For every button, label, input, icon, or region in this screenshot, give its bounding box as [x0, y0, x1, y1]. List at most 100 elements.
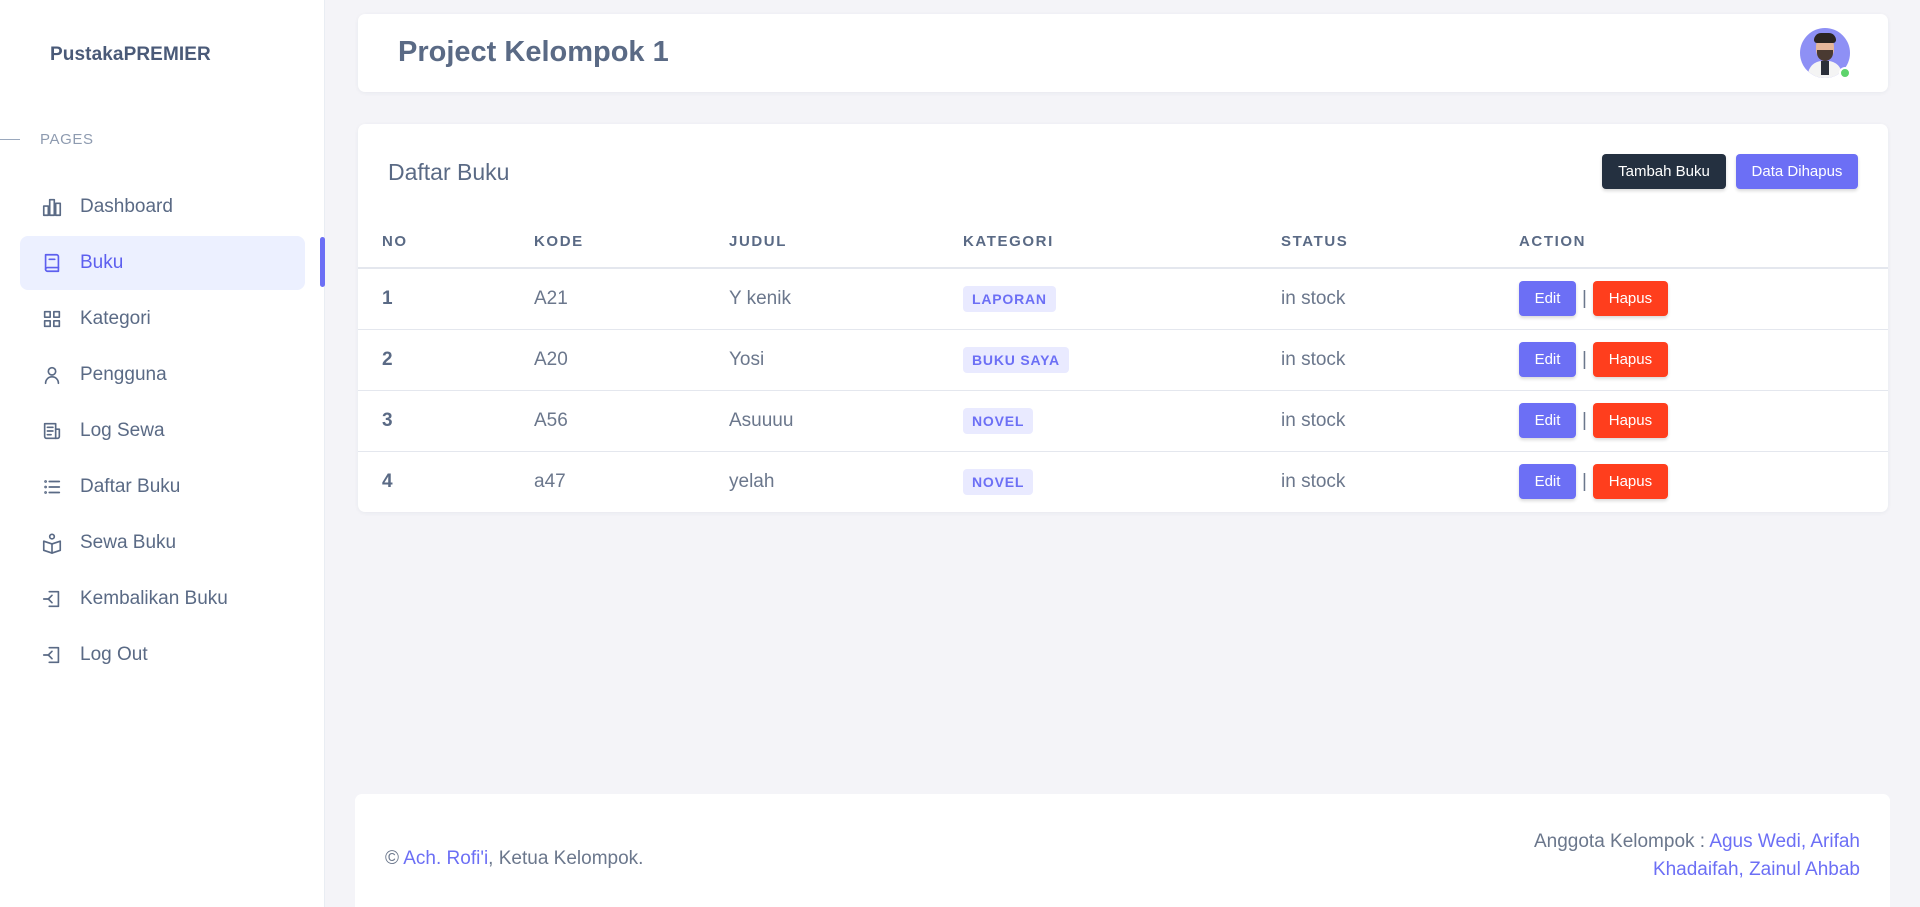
table-row: 4 a47 yelah NOVEL in stock Edit | Hapus	[358, 451, 1888, 512]
table-row: 2 A20 Yosi BUKU SAYA in stock Edit | Hapus	[358, 329, 1888, 391]
sidebar-item-label: Daftar Buku	[80, 476, 181, 497]
column-header-kode[interactable]: KODE	[510, 216, 705, 269]
copyright-symbol: ©	[385, 848, 399, 869]
cell-judul: Asuuuu	[705, 390, 939, 452]
column-header-action[interactable]: ACTION	[1495, 216, 1888, 269]
sidebar-item-buku[interactable]: Buku	[20, 236, 305, 290]
action-separator: |	[1582, 409, 1587, 431]
sidebar-item-daftar-buku[interactable]: Daftar Buku	[20, 460, 305, 514]
section-divider	[0, 138, 20, 140]
edit-button[interactable]: Edit	[1519, 281, 1576, 317]
footer-copyright: © Ach. Rofi'i, Ketua Kelompok.	[385, 848, 643, 870]
action-separator: |	[1582, 470, 1587, 492]
action-separator: |	[1582, 348, 1587, 370]
section-label: PAGES	[0, 129, 94, 149]
sidebar-item-log-out[interactable]: Log Out	[20, 628, 305, 682]
footer: © Ach. Rofi'i, Ketua Kelompok. Anggota K…	[355, 794, 1890, 907]
brand-logo[interactable]: PustakaPREMIER	[50, 44, 211, 66]
cell-kode: A56	[510, 390, 705, 452]
grid-icon	[40, 307, 64, 331]
cell-kategori: NOVEL	[939, 390, 1257, 452]
delete-button[interactable]: Hapus	[1592, 281, 1668, 317]
section-label-text: PAGES	[40, 130, 94, 148]
delete-button[interactable]: Hapus	[1592, 464, 1668, 500]
cell-no: 3	[358, 390, 510, 452]
sidebar-nav: Dashboard Buku Kategori Pengguna Log Sewa Daf…	[20, 180, 305, 684]
table-body: 1 A21 Y kenik LAPORAN in stock Edit | Hapus 2 A20…	[358, 268, 1888, 512]
cell-kode: A20	[510, 329, 705, 391]
delete-button[interactable]: Hapus	[1592, 342, 1668, 377]
cell-kategori: NOVEL	[939, 451, 1257, 512]
sidebar-item-label: Kembalikan Buku	[80, 588, 228, 609]
cell-status: in stock	[1281, 470, 1346, 492]
leader-suffix: , Ketua Kelompok.	[488, 848, 644, 869]
page-title: Project Kelompok 1	[398, 36, 669, 68]
sidebar-item-label: Log Sewa	[80, 420, 165, 441]
sidebar-item-label: Dashboard	[80, 196, 173, 217]
bar-chart-icon	[40, 195, 64, 219]
top-header: Project Kelompok 1	[358, 14, 1888, 92]
column-header-judul[interactable]: JUDUL	[705, 216, 939, 269]
cell-judul: Yosi	[705, 329, 939, 391]
sidebar-item-label: Log Out	[80, 644, 148, 665]
sidebar-item-label: Sewa Buku	[80, 532, 177, 553]
user-icon	[40, 363, 64, 387]
cell-judul: yelah	[729, 470, 775, 492]
sidebar-item-label: Buku	[80, 252, 124, 273]
book-list-card: Daftar Buku Tambah Buku Data Dihapus NO K…	[358, 124, 1888, 512]
active-indicator	[320, 237, 325, 287]
category-badge: NOVEL	[963, 468, 1034, 495]
cell-status: in stock	[1257, 329, 1495, 391]
add-book-button[interactable]: Tambah Buku	[1602, 154, 1726, 189]
book-open-user-icon	[40, 531, 64, 555]
edit-button[interactable]: Edit	[1519, 342, 1576, 377]
leader-link[interactable]: Ach. Rofi'i	[403, 848, 488, 869]
category-badge: LAPORAN	[963, 285, 1056, 312]
receipt-icon	[40, 419, 64, 443]
cell-status: in stock	[1257, 390, 1495, 452]
member-link[interactable]: Agus Wedi	[1709, 831, 1801, 852]
edit-button[interactable]: Edit	[1519, 403, 1576, 438]
category-badge: NOVEL	[963, 407, 1034, 434]
cell-no: 1	[358, 268, 510, 330]
cell-no: 4	[382, 470, 393, 492]
cell-kode: A21	[510, 268, 705, 330]
category-badge: BUKU SAYA	[963, 346, 1069, 373]
cell-action: Edit | Hapus	[1495, 390, 1888, 452]
member-link[interactable]: Zainul Ahbab	[1749, 859, 1860, 880]
table-header-row: NO KODE JUDUL KATEGORI STATUS ACTION	[358, 216, 1888, 269]
book-icon	[40, 251, 64, 275]
column-header-kategori[interactable]: KATEGORI	[939, 216, 1257, 269]
card-title: Daftar Buku	[388, 159, 510, 185]
logout-icon	[40, 643, 64, 667]
sidebar-item-label: Kategori	[80, 308, 151, 329]
cell-action: Edit | Hapus	[1495, 329, 1888, 391]
sidebar-item-kembalikan-buku[interactable]: Kembalikan Buku	[20, 572, 305, 626]
cell-action: Edit | Hapus	[1495, 268, 1888, 330]
edit-button[interactable]: Edit	[1519, 464, 1576, 500]
delete-button[interactable]: Hapus	[1592, 403, 1668, 438]
sidebar-item-log-sewa[interactable]: Log Sewa	[20, 404, 305, 458]
cell-action: Edit | Hapus	[1495, 451, 1888, 512]
sidebar: PustakaPREMIER PAGES Dashboard Buku Katego…	[0, 0, 325, 907]
cell-kategori: LAPORAN	[939, 268, 1257, 330]
column-header-status[interactable]: STATUS	[1257, 216, 1495, 269]
cell-status: in stock	[1257, 268, 1495, 330]
cell-kategori: BUKU SAYA	[939, 329, 1257, 391]
logout-icon	[40, 587, 64, 611]
online-status-dot	[1839, 67, 1851, 79]
column-header-no[interactable]: NO	[358, 216, 510, 269]
cell-kode: a47	[534, 470, 566, 492]
cell-no: 2	[358, 329, 510, 391]
deleted-data-button[interactable]: Data Dihapus	[1736, 154, 1858, 189]
table-row: 3 A56 Asuuuu NOVEL in stock Edit | Hapus	[358, 390, 1888, 452]
sidebar-item-kategori[interactable]: Kategori	[20, 292, 305, 346]
sidebar-item-dashboard[interactable]: Dashboard	[20, 180, 305, 234]
books-table: NO KODE JUDUL KATEGORI STATUS ACTION 1 A21 Y ke…	[358, 216, 1888, 512]
list-icon	[40, 475, 64, 499]
sidebar-item-pengguna[interactable]: Pengguna	[20, 348, 305, 402]
sidebar-item-sewa-buku[interactable]: Sewa Buku	[20, 516, 305, 570]
cell-judul: Y kenik	[705, 268, 939, 330]
members-prefix: Anggota Kelompok :	[1533, 831, 1710, 852]
table-row: 1 A21 Y kenik LAPORAN in stock Edit | Hapus	[358, 268, 1888, 330]
